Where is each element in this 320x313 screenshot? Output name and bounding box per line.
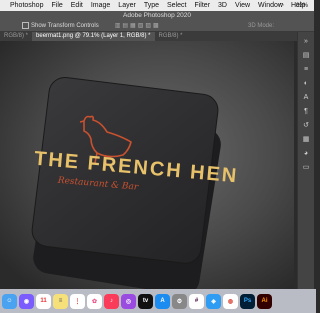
document-tabs: RGB/8) * beermat1.png @ 79.1% (Layer 1, …: [0, 32, 298, 41]
history-icon[interactable]: ↺: [302, 121, 311, 130]
apple-tv-icon[interactable]: tv: [138, 293, 153, 309]
adjustments-icon[interactable]: ◐: [302, 79, 311, 88]
podcasts-icon[interactable]: ◎: [121, 293, 136, 309]
menu-bar: Photoshop File Edit Image Layer Type Sel…: [0, 0, 314, 11]
calendar-icon[interactable]: 11: [36, 293, 51, 309]
show-transform-checkbox[interactable]: [22, 22, 29, 29]
3d-mode-label: 3D Mode:: [247, 22, 274, 29]
photos-icon[interactable]: ✿: [87, 293, 102, 309]
menu-3d[interactable]: 3D: [214, 2, 231, 9]
menu-photoshop[interactable]: Photoshop: [6, 2, 47, 9]
battery-percent: 83%: [295, 2, 308, 9]
menu-image[interactable]: Image: [87, 2, 114, 9]
gradients-icon[interactable]: ▭: [302, 163, 311, 172]
menu-view[interactable]: View: [231, 2, 254, 9]
tab-doc-right[interactable]: RGB/8) *: [155, 32, 187, 41]
paragraph-icon[interactable]: ¶: [302, 107, 311, 116]
system-preferences-icon[interactable]: ⚙: [172, 293, 187, 309]
siri-icon[interactable]: ◉: [19, 293, 34, 309]
dock: ☺ ◉ 11 ≡ ⋮ ✿ ♪ ◎ tv A ⚙ # ◈ ◍ Ps Ai: [0, 289, 316, 313]
menu-filter[interactable]: Filter: [190, 2, 214, 9]
wifi-icon[interactable]: ◠: [275, 2, 288, 9]
options-bar: Show Transform Controls ▥▤▦▧▨▩ 3D Mode:: [0, 20, 314, 32]
menu-select[interactable]: Select: [163, 2, 190, 9]
menu-file[interactable]: File: [47, 2, 66, 9]
character-icon[interactable]: A: [302, 93, 311, 102]
menu-type[interactable]: Type: [140, 2, 163, 9]
layers-icon[interactable]: ▤: [302, 51, 311, 60]
window-title: Adobe Photoshop 2020: [0, 11, 314, 20]
finder-icon[interactable]: ☺: [2, 293, 17, 309]
canvas-artwork: THE FRENCH HEN Restaurant & Bar: [0, 41, 294, 289]
chrome-icon[interactable]: ◍: [223, 293, 238, 309]
menu-edit[interactable]: Edit: [67, 2, 87, 9]
notes-icon[interactable]: ≡: [53, 293, 68, 309]
app-store-icon[interactable]: A: [155, 293, 170, 309]
document-canvas[interactable]: THE FRENCH HEN Restaurant & Bar: [0, 41, 294, 289]
show-transform-label: Show Transform Controls: [31, 22, 99, 29]
properties-icon[interactable]: ≡: [302, 65, 311, 74]
menu-layer[interactable]: Layer: [114, 2, 140, 9]
illustrator-icon[interactable]: Ai: [257, 293, 272, 309]
reminders-icon[interactable]: ⋮: [70, 293, 85, 309]
swatches-icon[interactable]: ▦: [302, 135, 311, 144]
right-panel: » ▤ ≡ ◐ A ¶ ↺ ▦ ◕ ▭: [297, 32, 314, 289]
color-icon[interactable]: ◕: [302, 149, 311, 158]
collapse-arrows-icon[interactable]: »: [302, 37, 311, 46]
align-icons[interactable]: ▥▤▦▧▨▩: [115, 22, 161, 29]
tab-beermat[interactable]: beermat1.png @ 79.1% (Layer 1, RGB/8) *: [32, 32, 155, 41]
photoshop-icon[interactable]: Ps: [240, 293, 255, 309]
tab-doc-left[interactable]: RGB/8) *: [0, 32, 32, 41]
slack-icon[interactable]: #: [189, 293, 204, 309]
safari-icon[interactable]: ◈: [206, 293, 221, 309]
music-icon[interactable]: ♪: [104, 293, 119, 309]
